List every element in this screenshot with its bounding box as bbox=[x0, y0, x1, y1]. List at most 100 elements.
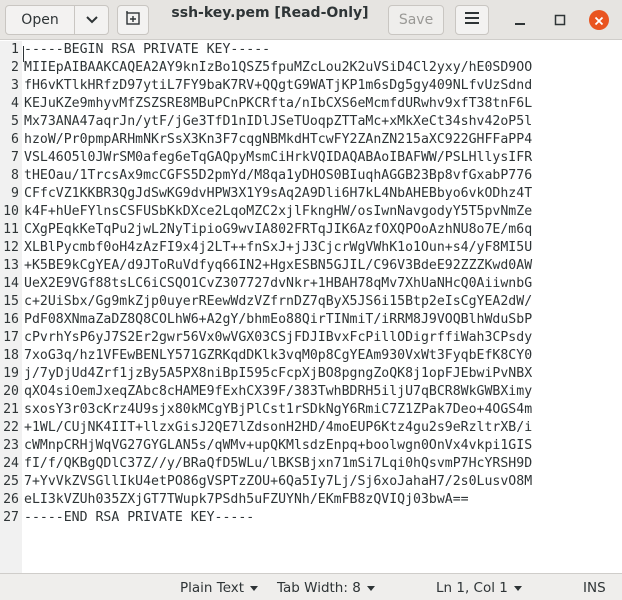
line-text: -----BEGIN RSA PRIVATE KEY----- bbox=[24, 42, 271, 57]
language-selector[interactable]: Plain Text bbox=[180, 579, 259, 597]
line-text: c+2UiSbx/Gg9mkZjp0uyerREewWdzVZfrnDZ7qBy… bbox=[24, 294, 533, 309]
editor-line[interactable]: 10 k4F+hUeFYlnsCSFUSbKkDXce2LqoMZC2xjlFkn… bbox=[0, 203, 622, 221]
editor-line[interactable]: 26 eLI3kVZUh035ZXjGT7TWupk7PSdh5uFZUYNh/E… bbox=[0, 491, 622, 509]
line-text: fI/f/QKBgQDlC37Z//y/BRaQfD5WLu/lBKSBjxn7… bbox=[24, 456, 533, 471]
line-text: tHEOau/1TrcsAx9mcCGFS5D2pmYd/M8qa1yDHOS0… bbox=[24, 168, 533, 183]
editor-line[interactable]: 24 fI/f/QKBgQDlC37Z//y/BRaQfD5WLu/lBKSBjx… bbox=[0, 455, 622, 473]
editor-line[interactable]: 2 MIIEpAIBAAKCAQEA2AY9knIzBo1QSZ5fpuMZcLo… bbox=[0, 59, 622, 77]
line-text: fH6vKTlkHRfzD97ytiL7FY9baK7RV+QQgtG9WATj… bbox=[24, 78, 533, 93]
cursor-position-selector[interactable]: Ln 1, Col 1 bbox=[436, 579, 522, 597]
line-text: k4F+hUeFYlnsCSFUSbKkDXce2LqoMZC2xjlFkngH… bbox=[24, 204, 533, 219]
editor-line[interactable]: 25 7+YvVkZVSGllIkU4etPO86gVSPTzZOU+6Qa5Iy… bbox=[0, 473, 622, 491]
editor-line[interactable]: 21 sxosY3r03cKrz4U9sjx80kMCgYBjPlCst1rSDk… bbox=[0, 401, 622, 419]
editor-line[interactable]: 4 KEJuKZe9mhyvMfZSZSRE8MBuPCnPKCRfta/nIbC… bbox=[0, 95, 622, 113]
menu-button[interactable] bbox=[455, 5, 489, 35]
line-number: 4 bbox=[11, 96, 19, 111]
text-cursor bbox=[23, 46, 24, 62]
line-text: -----END RSA PRIVATE KEY----- bbox=[24, 510, 255, 525]
editor-line[interactable]: 1 -----BEGIN RSA PRIVATE KEY----- bbox=[0, 41, 622, 59]
editor-line[interactable]: 5 Mx73ANA47aqrJn/ytF/jGe3TfD1nIDlJSeTUoqp… bbox=[0, 113, 622, 131]
line-number: 7 bbox=[11, 150, 19, 165]
line-number: 15 bbox=[3, 294, 19, 309]
editor-line[interactable]: 16 PdF08XNmaZaDZ8Q8COLhW6+A2gY/bhmEo88Qir… bbox=[0, 311, 622, 329]
line-number: 9 bbox=[11, 186, 19, 201]
chevron-down-icon bbox=[85, 12, 98, 28]
open-dropdown-button[interactable] bbox=[74, 5, 109, 35]
editor-line[interactable]: 20 qXO4siOemJxeqZAbc8cHAME9fExhCX39F/383T… bbox=[0, 383, 622, 401]
line-number: 20 bbox=[3, 384, 19, 399]
save-button-label: Save bbox=[398, 12, 434, 28]
open-button[interactable]: Open bbox=[5, 5, 75, 35]
line-text: VSL46O5l0JWrSM0afeg6eTqGAQpyMsmCiHrkVQID… bbox=[24, 150, 533, 165]
cursor-position-label: Ln 1, Col 1 bbox=[436, 580, 508, 596]
tab-width-dropdown-icon bbox=[366, 585, 375, 591]
line-text: CXgPEqkKeTqPu2jwL2NyTipioG9wvIA802FRTqJI… bbox=[24, 222, 533, 237]
editor-line[interactable]: 7 VSL46O5l0JWrSM0afeg6eTqGAQpyMsmCiHrkVQI… bbox=[0, 149, 622, 167]
minimize-icon bbox=[514, 11, 526, 30]
line-number: 24 bbox=[3, 456, 19, 471]
line-number: 10 bbox=[3, 204, 19, 219]
editor-line[interactable]: 19 j/7yDjUd4Zrf1jzBy5A5PX8niBpI595cFcpXjB… bbox=[0, 365, 622, 383]
line-number: 5 bbox=[11, 114, 19, 129]
cursor-position-dropdown-icon bbox=[513, 585, 522, 591]
insert-mode-label: INS bbox=[583, 580, 606, 596]
line-number: 3 bbox=[11, 78, 19, 93]
editor-line[interactable]: 27 -----END RSA PRIVATE KEY----- bbox=[0, 509, 622, 527]
editor-line[interactable]: 8 tHEOau/1TrcsAx9mcCGFS5D2pmYd/M8qa1yDHOS… bbox=[0, 167, 622, 185]
editor-line[interactable]: 22 +1WL/CUjNK4IIT+llzxGisJ2QE7lZdsonH2HD/… bbox=[0, 419, 622, 437]
line-number: 25 bbox=[3, 474, 19, 489]
line-text: cWMnpCRHjWqVG27GYGLAN5s/qWMv+upQKMlsdzEn… bbox=[24, 438, 533, 453]
new-tab-button[interactable] bbox=[117, 5, 149, 35]
language-label: Plain Text bbox=[180, 580, 245, 596]
line-text: +K5BE9kCgYEA/d9JToRuVdfyq66IN2+HgxESBN5G… bbox=[24, 258, 533, 273]
line-text: j/7yDjUd4Zrf1jzBy5A5PX8niBpI595cFcpXjBO8… bbox=[24, 366, 533, 381]
line-number: 1 bbox=[11, 42, 19, 57]
status-bar: Plain Text Tab Width: 8 Ln 1, Col 1 INS bbox=[0, 573, 622, 600]
editor-line[interactable]: 12 XLBlPycmbf0oH4zAzFI9x4j2LT++fnSxJ+jJ3C… bbox=[0, 239, 622, 257]
line-text: cPvrhYsP6yJ7S2Er2gwr56Vx0wVGX03CSjFDJIBv… bbox=[24, 330, 533, 345]
line-number: 19 bbox=[3, 366, 19, 381]
line-number: 14 bbox=[3, 276, 19, 291]
editor-line[interactable]: 23 cWMnpCRHjWqVG27GYGLAN5s/qWMv+upQKMlsdz… bbox=[0, 437, 622, 455]
line-text: eLI3kVZUh035ZXjGT7TWupk7PSdh5uFZUYNh/EKm… bbox=[24, 492, 469, 507]
line-number: 17 bbox=[3, 330, 19, 345]
line-text: Mx73ANA47aqrJn/ytF/jGe3TfD1nIDlJSeTUoqpZ… bbox=[24, 114, 533, 129]
line-number: 16 bbox=[3, 312, 19, 327]
line-text: sxosY3r03cKrz4U9sjx80kMCgYBjPlCst1rSDkNg… bbox=[24, 402, 533, 417]
line-number: 12 bbox=[3, 240, 19, 255]
line-number: 22 bbox=[3, 420, 19, 435]
editor-line[interactable]: 14 UeX2E9VGf88tsLC6iCSQO1CvZ307727dvNkr+1… bbox=[0, 275, 622, 293]
line-number: 6 bbox=[11, 132, 19, 147]
line-text: KEJuKZe9mhyvMfZSZSRE8MBuPCnPKCRfta/nIbCX… bbox=[24, 96, 533, 111]
editor-line[interactable]: 18 7xoG3q/hz1VFEwBENLY571GZRKqdDKlk3vqM0p… bbox=[0, 347, 622, 365]
new-tab-icon bbox=[125, 10, 141, 30]
language-dropdown-icon bbox=[250, 585, 259, 591]
editor-line[interactable]: 6 hzoW/Pr0pmpARHmNKrSsX3Kn3F7cqgNBMkdHTcw… bbox=[0, 131, 622, 149]
line-text: CFfcVZ1KKBR3QgJdSwKG9dvHPW3X1Y9sAq2A9Dli… bbox=[24, 186, 533, 201]
editor-line[interactable]: 3 fH6vKTlkHRfzD97ytiL7FY9baK7RV+QQgtG9WAT… bbox=[0, 77, 622, 95]
close-button[interactable] bbox=[589, 10, 609, 30]
line-number: 23 bbox=[3, 438, 19, 453]
maximize-icon bbox=[554, 11, 566, 30]
editor-line[interactable]: 15 c+2UiSbx/Gg9mkZjp0uyerREewWdzVZfrnDZ7q… bbox=[0, 293, 622, 311]
editor-line[interactable]: 17 cPvrhYsP6yJ7S2Er2gwr56Vx0wVGX03CSjFDJI… bbox=[0, 329, 622, 347]
text-editor-area[interactable]: 1 -----BEGIN RSA PRIVATE KEY----- 2 MIIEpAI… bbox=[0, 41, 622, 573]
insert-mode-indicator[interactable]: INS bbox=[583, 579, 606, 597]
tab-width-selector[interactable]: Tab Width: 8 bbox=[277, 579, 375, 597]
line-text: hzoW/Pr0pmpARHmNKrSsX3Kn3F7cqgNBMkdHTcwF… bbox=[24, 132, 533, 147]
line-number: 26 bbox=[3, 492, 19, 507]
editor-line[interactable]: 13 +K5BE9kCgYEA/d9JToRuVdfyq66IN2+HgxESBN… bbox=[0, 257, 622, 275]
line-number: 27 bbox=[3, 510, 19, 525]
line-number: 2 bbox=[11, 60, 19, 75]
header-bar: Open ssh-key.pem [Read-Only] Save bbox=[0, 0, 622, 40]
line-number: 13 bbox=[3, 258, 19, 273]
line-text: PdF08XNmaZaDZ8Q8COLhW6+A2gY/bhmEo88QirTI… bbox=[24, 312, 533, 327]
close-icon bbox=[594, 11, 604, 30]
editor-line[interactable]: 11 CXgPEqkKeTqPu2jwL2NyTipioG9wvIA802FRTq… bbox=[0, 221, 622, 239]
minimize-button[interactable] bbox=[510, 10, 530, 30]
line-number: 21 bbox=[3, 402, 19, 417]
maximize-button[interactable] bbox=[550, 10, 570, 30]
open-button-label: Open bbox=[21, 12, 59, 28]
editor-line[interactable]: 9 CFfcVZ1KKBR3QgJdSwKG9dvHPW3X1Y9sAq2A9Dl… bbox=[0, 185, 622, 203]
save-button[interactable]: Save bbox=[388, 5, 444, 35]
